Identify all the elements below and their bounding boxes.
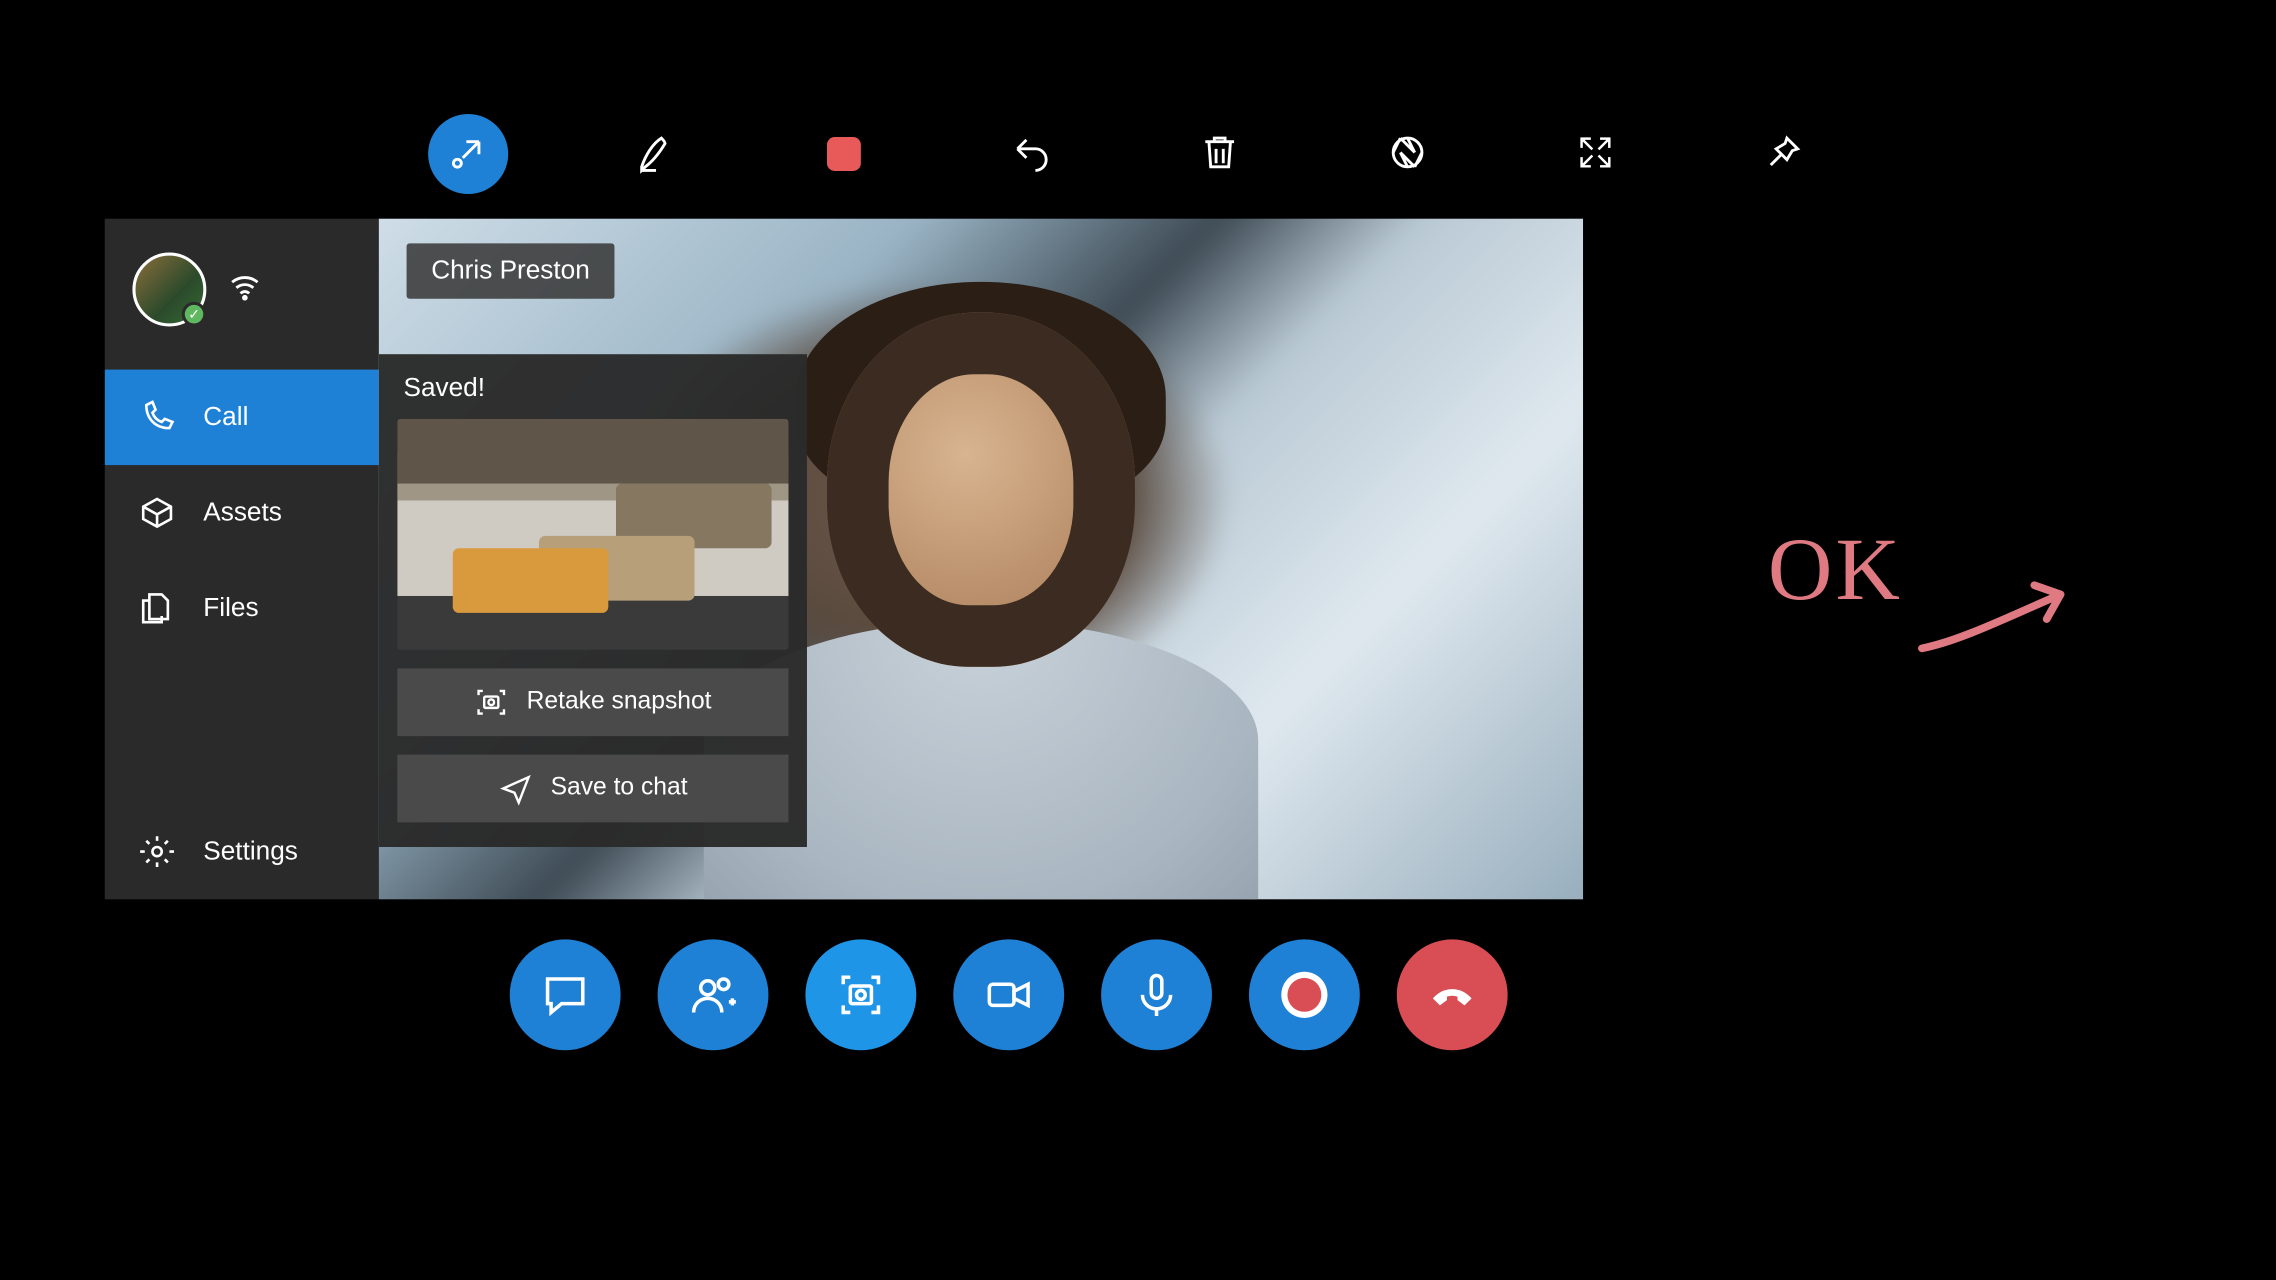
arrow-icon (1914, 564, 2099, 672)
hangup-icon (1428, 970, 1477, 1019)
sidebar-item-label: Settings (203, 836, 298, 867)
pin-button[interactable] (1743, 114, 1823, 194)
video-button[interactable] (953, 939, 1064, 1050)
save-to-chat-button[interactable]: Save to chat (397, 755, 788, 823)
sidebar-item-label: Assets (203, 497, 282, 528)
undo-button[interactable] (992, 114, 1072, 194)
stop-button[interactable] (804, 114, 884, 194)
chat-button[interactable] (510, 939, 621, 1050)
sidebar-item-assets[interactable]: Assets (105, 465, 379, 560)
snapshot-status: Saved! (403, 373, 788, 404)
save-to-chat-label: Save to chat (551, 775, 688, 803)
sidebar-header: ✓ (105, 219, 379, 370)
fullscreen-icon (1574, 130, 1617, 178)
sidebar-item-settings[interactable]: Settings (105, 804, 379, 899)
snapshot-button[interactable] (805, 939, 916, 1050)
pin-icon (1762, 130, 1805, 178)
trash-icon (1198, 130, 1241, 178)
send-icon (498, 772, 532, 806)
collapse-button[interactable] (428, 114, 508, 194)
sidebar: ✓ Call Assets Files Settings (105, 219, 379, 900)
snapshot-thumbnail[interactable] (397, 419, 788, 650)
sidebar-item-label: Call (203, 402, 248, 433)
avatar[interactable]: ✓ (132, 253, 206, 327)
sidebar-item-files[interactable]: Files (105, 561, 379, 656)
pen-icon (634, 130, 677, 178)
camera-icon (836, 970, 885, 1019)
snapshot-popup: Saved! Retake snapshot Save to chat (379, 354, 807, 847)
collapse-icon (447, 130, 490, 178)
sidebar-item-label: Files (203, 593, 258, 624)
phone-icon (139, 399, 176, 436)
trash-button[interactable] (1180, 114, 1260, 194)
fullscreen-button[interactable] (1555, 114, 1635, 194)
mic-icon (1132, 970, 1181, 1019)
top-toolbar (428, 114, 1823, 194)
retake-snapshot-button[interactable]: Retake snapshot (397, 668, 788, 736)
ink-annotation: OK (1768, 517, 1903, 620)
call-controls (510, 939, 1508, 1050)
status-online-icon: ✓ (182, 302, 207, 327)
participant-name: Chris Preston (431, 256, 590, 285)
hangup-button[interactable] (1397, 939, 1508, 1050)
stop-icon (827, 137, 861, 171)
aperture-icon (1386, 130, 1429, 178)
gear-icon (139, 833, 176, 870)
ink-text: OK (1768, 519, 1903, 619)
record-icon (1287, 978, 1321, 1012)
add-person-icon (688, 970, 737, 1019)
files-icon (139, 590, 176, 627)
participant-name-tag: Chris Preston (407, 243, 615, 298)
call-app-window: ✓ Call Assets Files Settings (105, 219, 1583, 900)
aperture-button[interactable] (1368, 114, 1448, 194)
wifi-icon (228, 269, 262, 311)
video-area: Chris Preston Saved! Retake snapshot Sav… (379, 219, 1583, 900)
video-icon (984, 970, 1033, 1019)
record-button[interactable] (1249, 939, 1360, 1050)
pen-button[interactable] (616, 114, 696, 194)
camera-retake-icon (474, 685, 508, 719)
microphone-button[interactable] (1101, 939, 1212, 1050)
chat-icon (541, 970, 590, 1019)
retake-snapshot-label: Retake snapshot (527, 688, 712, 716)
undo-icon (1010, 130, 1053, 178)
package-icon (139, 494, 176, 531)
add-participant-button[interactable] (658, 939, 769, 1050)
sidebar-item-call[interactable]: Call (105, 370, 379, 465)
